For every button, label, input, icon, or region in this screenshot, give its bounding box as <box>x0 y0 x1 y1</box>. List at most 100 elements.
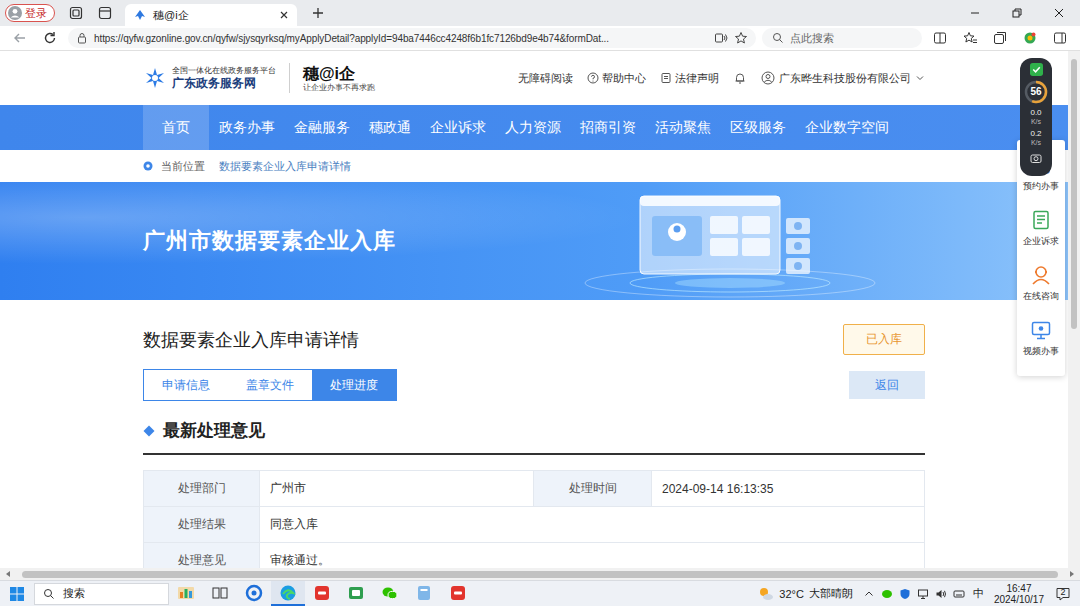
wechat-icon <box>381 584 399 602</box>
nav-item[interactable]: 企业诉求 <box>421 105 495 150</box>
taskbar-app[interactable] <box>169 581 203 606</box>
taskbar-app[interactable] <box>305 581 339 606</box>
scroll-thumb[interactable] <box>1071 59 1077 329</box>
taskbar-app[interactable] <box>407 581 441 606</box>
network-monitor-widget[interactable]: 560.0K/s0.2K/s <box>1020 58 1052 176</box>
top-link[interactable]: 无障碍阅读 <box>518 71 573 86</box>
windows-logo-icon <box>9 586 25 602</box>
field-value: 审核通过。 <box>260 543 925 568</box>
clock[interactable]: 16:472024/10/17 <box>994 583 1044 605</box>
detail-tab[interactable]: 申请信息 <box>144 370 228 400</box>
field-value: 同意入库 <box>260 507 925 543</box>
nav-item[interactable]: 人力资源 <box>496 105 570 150</box>
chevron-down-icon <box>915 73 925 83</box>
network-icon[interactable] <box>917 588 929 600</box>
close-tab-icon[interactable] <box>279 10 289 20</box>
service-item[interactable]: 企业诉求 <box>1017 203 1065 258</box>
taskbar-app[interactable] <box>203 581 237 606</box>
taskbar-app[interactable] <box>271 581 305 606</box>
horizontal-scrollbar[interactable] <box>0 568 1080 580</box>
edge-browser-icon <box>279 584 297 602</box>
breadcrumb-current[interactable]: 数据要素企业入库申请详情 <box>219 159 351 174</box>
browser-search-box[interactable]: 点此搜索 <box>762 28 922 48</box>
detail-tabs: 申请信息盖章文件处理进度 <box>143 369 397 401</box>
site-logo[interactable]: 全国一体化在线政务服务平台广东政务服务网穗@i企让企业办事不再求跑 <box>143 63 375 93</box>
browser-tab[interactable]: 穗@i企 <box>125 4 297 26</box>
favorites-icon[interactable] <box>962 30 978 46</box>
main-nav: 首页政务办事金融服务穗政通企业诉求人力资源招商引资活动聚焦区级服务企业数字空间 <box>0 105 1068 150</box>
user-menu[interactable]: 广东晔生科技股份有限公司 <box>761 71 925 86</box>
file-manager-icon <box>347 584 365 602</box>
vertical-scrollbar[interactable] <box>1068 51 1080 568</box>
split-screen-icon[interactable] <box>932 30 948 46</box>
restore-icon <box>1012 8 1022 18</box>
detail-tab[interactable]: 处理进度 <box>312 370 396 400</box>
weather-widget[interactable]: 32°C大部晴朗 <box>758 586 853 602</box>
logo-divider <box>289 63 290 93</box>
read-aloud-icon[interactable] <box>714 31 728 45</box>
wps-office-icon <box>313 584 331 602</box>
status-badge: 已入库 <box>843 324 925 355</box>
close-window-button[interactable] <box>1038 0 1080 26</box>
camera-icon[interactable] <box>1030 152 1042 164</box>
nav-item[interactable]: 企业数字空间 <box>796 105 898 150</box>
screen: 登录 穗@i企https://qyfw.gzonline.gov.cn/qyfw/… <box>0 0 1080 606</box>
nav-item[interactable]: 活动聚焦 <box>646 105 720 150</box>
guangdong-logo-icon <box>143 66 167 90</box>
site-favicon-icon <box>133 8 147 22</box>
sidebar-toggle-icon[interactable] <box>1052 30 1068 46</box>
nav-item[interactable]: 首页 <box>143 105 209 150</box>
search-icon <box>43 588 55 600</box>
scroll-left-icon[interactable] <box>4 570 12 578</box>
nav-item[interactable]: 穗政通 <box>360 105 420 150</box>
service-item[interactable]: 在线咨询 <box>1017 258 1065 313</box>
tab-actions-icon[interactable] <box>97 5 113 21</box>
top-link[interactable]: 帮助中心 <box>587 71 646 86</box>
minimize-icon <box>970 8 980 18</box>
back-button[interactable]: 返回 <box>849 371 925 399</box>
service-item[interactable]: 视频办事 <box>1017 313 1065 368</box>
nav-item[interactable]: 金融服务 <box>285 105 359 150</box>
field-value: 广州市 <box>260 471 534 507</box>
favorite-star-icon[interactable] <box>734 31 748 45</box>
top-link[interactable]: 法律声明 <box>660 71 719 86</box>
security-shield-icon[interactable] <box>899 588 911 600</box>
notification-bell-icon[interactable] <box>733 71 747 85</box>
taskbar-app[interactable] <box>237 581 271 606</box>
input-method-indicator[interactable]: 中 <box>973 586 984 601</box>
new-tab-icon[interactable] <box>310 5 326 21</box>
reload-icon[interactable] <box>42 30 58 46</box>
extension-icon[interactable] <box>1022 30 1038 46</box>
volume-icon[interactable] <box>935 588 947 600</box>
field-label: 处理结果 <box>144 507 260 543</box>
nav-item[interactable]: 招商引资 <box>571 105 645 150</box>
minimize-button[interactable] <box>954 0 996 26</box>
address-bar: https://qyfw.gzonline.gov.cn/qyfw/sjysqy… <box>0 26 1080 51</box>
profile-button[interactable]: 登录 <box>5 4 55 22</box>
result-table: 处理部门广州市处理时间2024-09-14 16:13:35处理结果同意入库处理… <box>143 470 925 568</box>
scroll-thumb[interactable] <box>22 571 1058 578</box>
field-label: 处理意见 <box>144 543 260 568</box>
shield-icon <box>1030 63 1043 76</box>
taskbar-app[interactable] <box>441 581 475 606</box>
wechat-tray-icon[interactable] <box>881 588 893 600</box>
touch-keyboard-icon[interactable] <box>953 588 965 600</box>
detail-tab[interactable]: 盖章文件 <box>228 370 312 400</box>
banner: 广州市数据要素企业入库 <box>0 182 1068 300</box>
show-hidden-icons-icon[interactable] <box>863 588 875 600</box>
taskbar-search[interactable]: 搜索 <box>34 583 169 605</box>
start-button[interactable] <box>0 581 34 606</box>
collections-icon[interactable] <box>992 30 1008 46</box>
detail-title: 数据要素企业入库申请详情 <box>143 328 359 352</box>
url-field[interactable]: https://qyfw.gzonline.gov.cn/qyfw/sjysqy… <box>68 28 756 48</box>
consultant-icon <box>1030 264 1052 286</box>
nav-item[interactable]: 区级服务 <box>721 105 795 150</box>
workspaces-icon[interactable] <box>68 5 84 21</box>
restore-button[interactable] <box>996 0 1038 26</box>
back-arrow-icon[interactable] <box>12 30 28 46</box>
notification-center-button[interactable]: 2 <box>1052 583 1074 605</box>
nav-item[interactable]: 政务办事 <box>210 105 284 150</box>
taskbar-app[interactable] <box>373 581 407 606</box>
scroll-right-icon[interactable] <box>1068 570 1076 578</box>
taskbar-app[interactable] <box>339 581 373 606</box>
